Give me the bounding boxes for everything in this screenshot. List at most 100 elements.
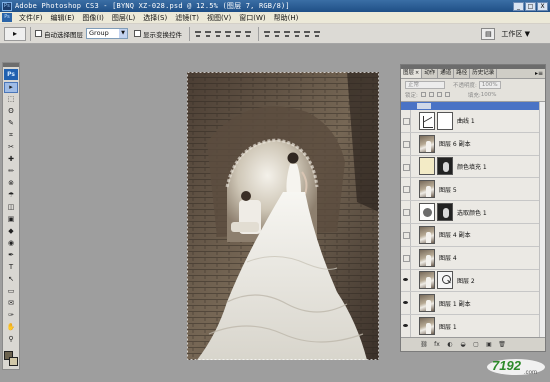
history-brush-tool[interactable]: ☂ bbox=[4, 190, 18, 201]
distribute-left-icon[interactable] bbox=[293, 29, 301, 39]
trash-icon[interactable]: 🗑 bbox=[497, 340, 507, 349]
layer-row[interactable]: 图层 4 副本 bbox=[401, 223, 545, 247]
align-right-icon[interactable] bbox=[244, 29, 252, 39]
distribute-vcenter-icon[interactable] bbox=[273, 29, 281, 39]
tab-layers[interactable]: 图层× bbox=[401, 69, 423, 78]
eye-icon[interactable] bbox=[401, 246, 411, 269]
clone-stamp-tool[interactable]: ⊗ bbox=[4, 178, 18, 189]
marquee-tool[interactable]: ⬚ bbox=[4, 94, 18, 105]
workspace-icon[interactable]: ▤ bbox=[481, 27, 496, 40]
lock-position-icon[interactable] bbox=[436, 92, 442, 97]
eye-icon[interactable] bbox=[401, 132, 411, 155]
eye-icon[interactable] bbox=[401, 178, 411, 201]
align-bottom-icon[interactable] bbox=[214, 29, 222, 39]
add-mask-icon[interactable]: ◐ bbox=[445, 340, 455, 349]
layer-row[interactable]: 图层 6 副本 bbox=[401, 132, 545, 156]
auto-select-checkbox[interactable] bbox=[35, 30, 42, 37]
eye-icon[interactable] bbox=[401, 315, 411, 338]
toolbox-grip[interactable] bbox=[3, 63, 19, 67]
opacity-field[interactable]: 100% bbox=[478, 80, 501, 89]
lock-transparent-icon[interactable] bbox=[420, 92, 426, 97]
align-top-icon[interactable] bbox=[194, 29, 202, 39]
menu-window[interactable]: 窗口(W) bbox=[235, 13, 269, 23]
lock-pixels-icon[interactable] bbox=[428, 92, 434, 97]
gradient-tool[interactable]: ▣ bbox=[4, 214, 18, 225]
eye-icon[interactable] bbox=[401, 109, 411, 132]
document-canvas[interactable] bbox=[187, 72, 379, 360]
layer-mask-thumbnail[interactable] bbox=[437, 203, 453, 222]
layer-style-icon[interactable]: fx bbox=[432, 340, 442, 349]
distribute-bottom-icon[interactable] bbox=[283, 29, 291, 39]
selected-layer-row[interactable] bbox=[401, 102, 545, 110]
notes-tool[interactable]: ✉ bbox=[4, 298, 18, 309]
background-color-swatch[interactable] bbox=[9, 357, 18, 366]
tab-history[interactable]: 历史记录 bbox=[470, 69, 498, 78]
layer-row[interactable]: 选取颜色 1 bbox=[401, 201, 545, 224]
new-layer-icon[interactable]: ▣ bbox=[484, 340, 494, 349]
menu-help[interactable]: 帮助(H) bbox=[270, 13, 303, 23]
new-group-icon[interactable]: ▢ bbox=[471, 340, 481, 349]
eye-icon[interactable] bbox=[401, 269, 411, 292]
distribute-right-icon[interactable] bbox=[313, 29, 321, 39]
panel-menu-icon[interactable]: ▸≡ bbox=[535, 69, 545, 78]
menu-view[interactable]: 视图(V) bbox=[203, 13, 235, 23]
layer-row[interactable]: 曲线 1 bbox=[401, 109, 545, 133]
brush-tool[interactable]: ✏ bbox=[4, 166, 18, 177]
tab-actions[interactable]: 动作 bbox=[422, 69, 439, 78]
tab-channels[interactable]: 通道 bbox=[438, 69, 455, 78]
menu-layer[interactable]: 图层(L) bbox=[108, 13, 139, 23]
layer-row[interactable]: 图层 4 bbox=[401, 246, 545, 270]
align-hcenter-icon[interactable] bbox=[234, 29, 242, 39]
tool-preset-picker[interactable]: ▸ bbox=[4, 26, 26, 41]
layer-row[interactable]: 图层 1 副本 bbox=[401, 292, 545, 316]
eye-icon[interactable] bbox=[401, 155, 411, 178]
slice-tool[interactable]: ✂ bbox=[4, 142, 18, 153]
layer-row[interactable]: 图层 1 bbox=[401, 315, 545, 338]
crop-tool[interactable]: ⌗ bbox=[4, 130, 18, 141]
move-tool[interactable]: ▸ bbox=[4, 82, 18, 93]
eye-icon[interactable] bbox=[401, 223, 411, 246]
menu-file[interactable]: 文件(F) bbox=[15, 13, 47, 23]
hand-tool[interactable]: ✋ bbox=[4, 322, 18, 333]
shape-tool[interactable]: ▭ bbox=[4, 286, 18, 297]
tab-paths[interactable]: 路径 bbox=[454, 69, 471, 78]
workspace-menu[interactable]: 工作区 ▼ bbox=[501, 29, 530, 39]
eraser-tool[interactable]: ◫ bbox=[4, 202, 18, 213]
layer-mask-thumbnail[interactable] bbox=[437, 157, 453, 176]
healing-brush-tool[interactable]: ✚ bbox=[4, 154, 18, 165]
adjustment-layer-icon[interactable]: ◒ bbox=[458, 340, 468, 349]
close-icon[interactable]: × bbox=[415, 70, 419, 76]
lasso-tool[interactable]: ʘ bbox=[4, 106, 18, 117]
layer-row[interactable]: 颜色填充 1 bbox=[401, 155, 545, 179]
distribute-hcenter-icon[interactable] bbox=[303, 29, 311, 39]
type-tool[interactable]: T bbox=[4, 262, 18, 273]
quick-selection-tool[interactable]: ✎ bbox=[4, 118, 18, 129]
eyedropper-tool[interactable]: ✑ bbox=[4, 310, 18, 321]
align-vcenter-icon[interactable] bbox=[204, 29, 212, 39]
menu-select[interactable]: 选择(S) bbox=[139, 13, 171, 23]
layer-mask-thumbnail[interactable] bbox=[437, 271, 453, 290]
layer-row[interactable]: 图层 2 bbox=[401, 269, 545, 293]
maximize-button[interactable]: □ bbox=[525, 1, 536, 11]
show-transform-checkbox[interactable] bbox=[134, 30, 141, 37]
layer-mask-thumbnail[interactable] bbox=[437, 111, 453, 130]
blend-mode-dropdown[interactable]: 正常 bbox=[405, 80, 445, 89]
fill-field[interactable]: 100% bbox=[481, 92, 497, 98]
minimize-button[interactable]: _ bbox=[513, 1, 524, 11]
menu-image[interactable]: 图像(I) bbox=[78, 13, 108, 23]
align-left-icon[interactable] bbox=[224, 29, 232, 39]
menu-filter[interactable]: 滤镜(T) bbox=[171, 13, 203, 23]
link-layers-icon[interactable]: ⛓ bbox=[419, 340, 429, 349]
auto-select-dropdown[interactable]: Group ▼ bbox=[86, 28, 128, 39]
path-selection-tool[interactable]: ↖ bbox=[4, 274, 18, 285]
layer-list-scrollbar[interactable] bbox=[539, 102, 545, 339]
lock-all-icon[interactable] bbox=[444, 92, 450, 97]
dodge-tool[interactable]: ◉ bbox=[4, 238, 18, 249]
distribute-top-icon[interactable] bbox=[263, 29, 271, 39]
eye-icon[interactable] bbox=[401, 292, 411, 315]
pen-tool[interactable]: ✒ bbox=[4, 250, 18, 261]
zoom-tool[interactable]: ⚲ bbox=[4, 334, 18, 345]
close-button[interactable]: X bbox=[537, 1, 548, 11]
blur-tool[interactable]: ◆ bbox=[4, 226, 18, 237]
layer-row[interactable]: 图层 5 bbox=[401, 178, 545, 202]
